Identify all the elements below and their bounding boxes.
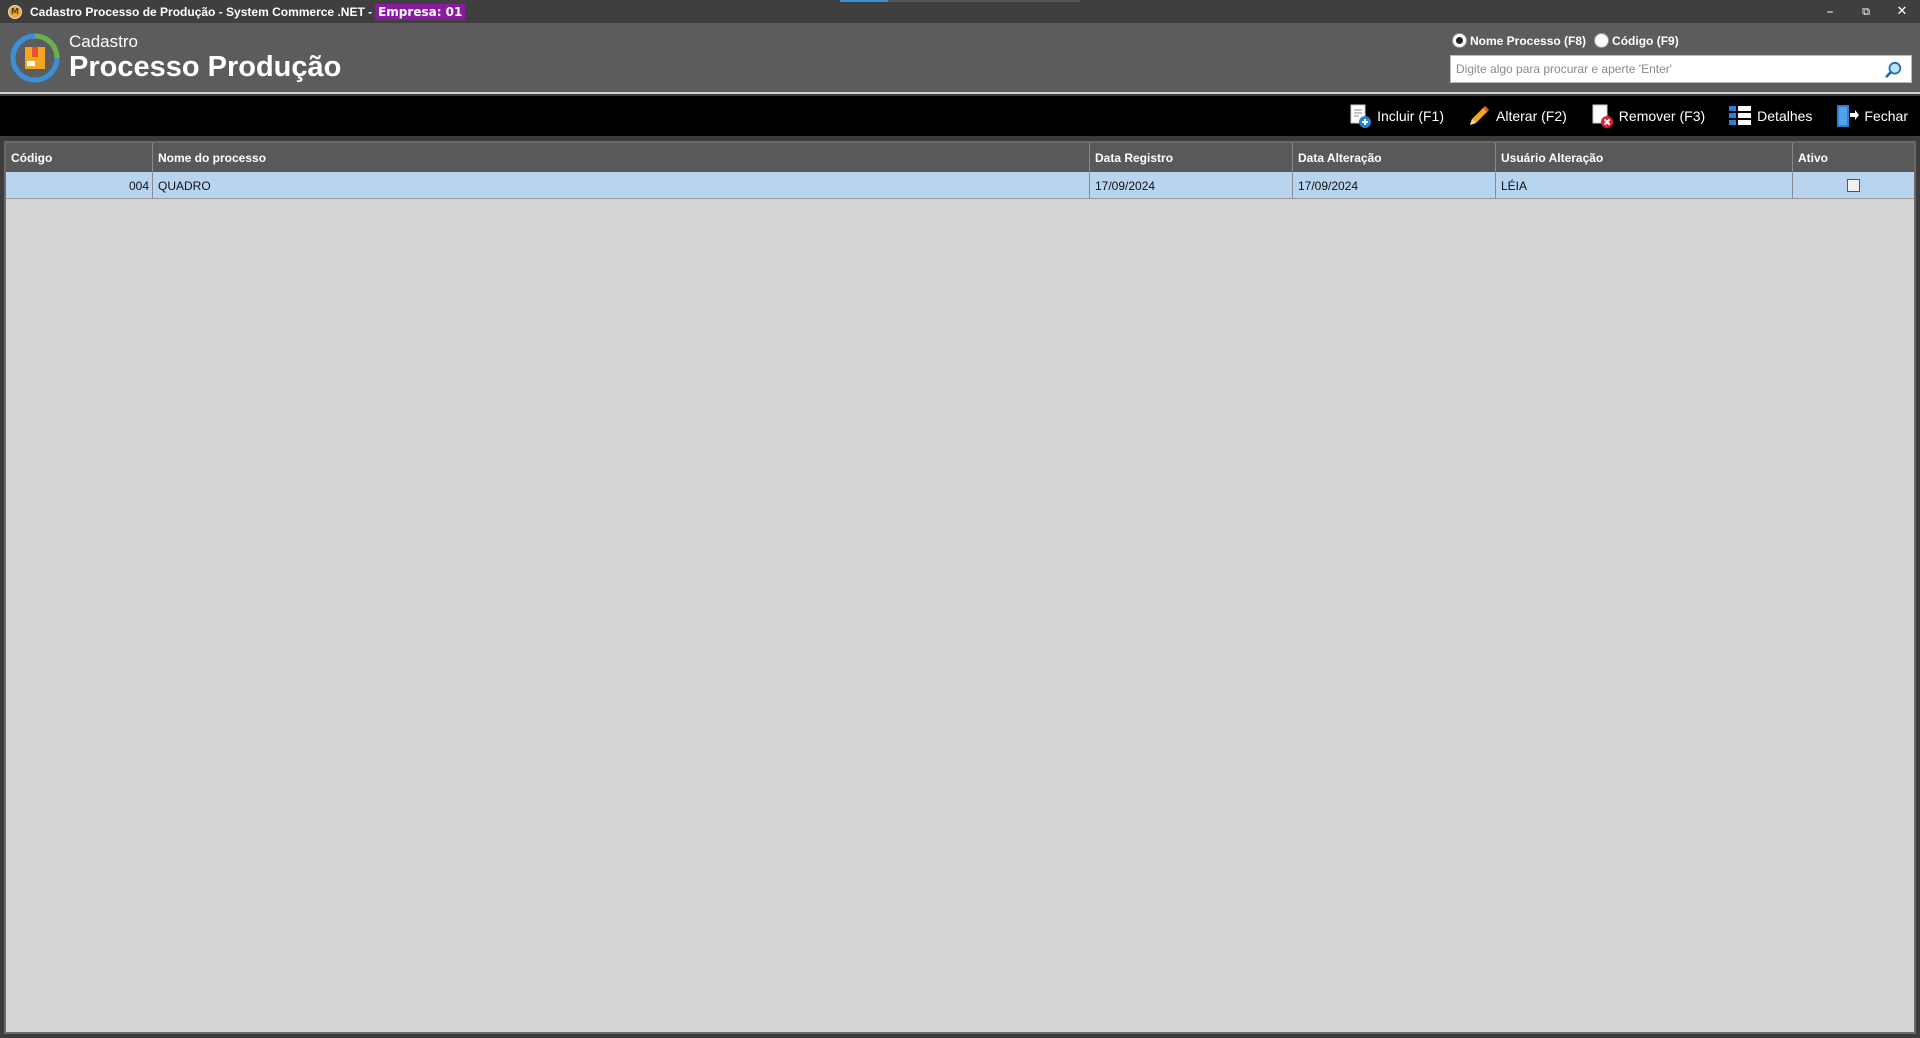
search-input[interactable] xyxy=(1451,56,1871,82)
grid-header: Código Nome do processo Data Registro Da… xyxy=(6,143,1914,172)
window-controls: – ⧉ ✕ xyxy=(1812,0,1920,23)
app-icon: M xyxy=(8,4,22,19)
table-row[interactable]: 004 QUADRO 17/09/2024 17/09/2024 LÉIA xyxy=(6,172,1914,199)
detalhes-button[interactable]: Detalhes xyxy=(1727,103,1812,129)
minimize-button[interactable]: – xyxy=(1812,0,1848,23)
ativo-checkbox[interactable] xyxy=(1847,179,1860,192)
cell-data-alteracao: 17/09/2024 xyxy=(1293,172,1496,199)
search-box xyxy=(1450,55,1912,83)
fechar-label: Fechar xyxy=(1864,108,1908,124)
radio-nome-processo[interactable]: Nome Processo (F8) xyxy=(1452,33,1586,48)
radio-label: Código (F9) xyxy=(1612,33,1679,48)
title-bar: M Cadastro Processo de Produção - System… xyxy=(0,0,1920,23)
cell-codigo: 004 xyxy=(6,172,153,199)
alterar-button[interactable]: Alterar (F2) xyxy=(1466,103,1567,129)
data-grid: Código Nome do processo Data Registro Da… xyxy=(4,141,1916,1034)
restore-button[interactable]: ⧉ xyxy=(1848,0,1884,23)
fechar-button[interactable]: Fechar xyxy=(1834,103,1908,129)
radio-unchecked-icon[interactable] xyxy=(1594,33,1610,48)
column-header-usuario[interactable]: Usuário Alteração xyxy=(1496,143,1793,172)
radio-checked-icon[interactable] xyxy=(1452,33,1467,48)
cell-nome: QUADRO xyxy=(153,172,1090,199)
page-title: Processo Produção xyxy=(69,51,342,83)
remover-label: Remover (F3) xyxy=(1618,108,1706,124)
alterar-label: Alterar (F2) xyxy=(1496,108,1567,124)
remove-document-icon xyxy=(1592,104,1613,128)
add-document-icon xyxy=(1350,104,1372,128)
loading-bar xyxy=(840,0,1080,2)
remover-button[interactable]: Remover (F3) xyxy=(1589,103,1705,129)
column-header-data-registro[interactable]: Data Registro xyxy=(1090,143,1293,172)
column-header-nome[interactable]: Nome do processo xyxy=(153,143,1090,172)
search-icon[interactable] xyxy=(1885,61,1903,79)
app-logo-icon xyxy=(10,33,60,83)
pencil-icon xyxy=(1470,106,1489,125)
incluir-label: Incluir (F1) xyxy=(1377,108,1444,124)
empresa-badge: Empresa: 01 xyxy=(375,3,466,20)
page-header: Cadastro Processo Produção Nome Processo… xyxy=(0,23,1920,94)
close-button[interactable]: ✕ xyxy=(1884,0,1920,23)
cell-ativo xyxy=(1793,172,1914,199)
detalhes-label: Detalhes xyxy=(1757,108,1813,124)
column-header-codigo[interactable]: Código xyxy=(6,143,153,172)
incluir-button[interactable]: Incluir (F1) xyxy=(1347,103,1444,129)
radio-codigo[interactable]: Código (F9) xyxy=(1594,33,1679,48)
radio-label: Nome Processo (F8) xyxy=(1470,33,1587,48)
cell-data-registro: 17/09/2024 xyxy=(1090,172,1293,199)
cell-usuario: LÉIA xyxy=(1496,172,1793,199)
column-header-ativo[interactable]: Ativo xyxy=(1793,143,1914,172)
column-header-data-alteracao[interactable]: Data Alteração xyxy=(1293,143,1496,172)
search-mode-options: Nome Processo (F8) Código (F9) xyxy=(1452,33,1687,48)
window-title: Cadastro Processo de Produção - System C… xyxy=(30,4,373,19)
exit-door-icon xyxy=(1837,105,1860,127)
toolbar: Incluir (F1) Alterar (F2) Remover (F3) D… xyxy=(0,96,1920,136)
page-subtitle: Cadastro xyxy=(69,32,138,51)
details-list-icon xyxy=(1729,106,1752,125)
